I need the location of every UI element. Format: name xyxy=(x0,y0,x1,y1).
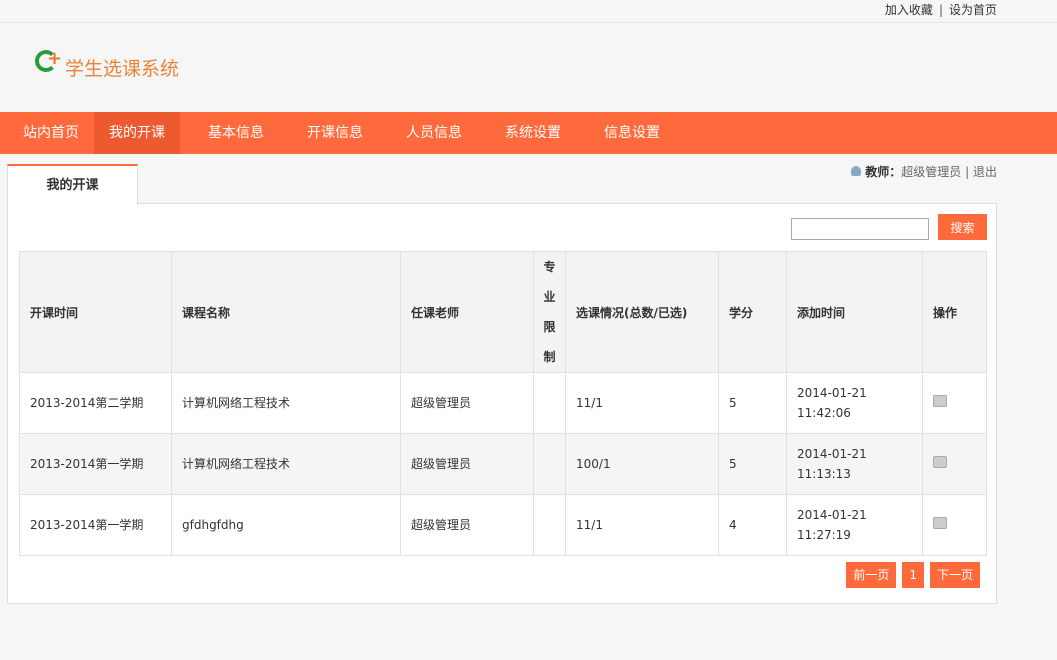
page-1-button[interactable]: 1 xyxy=(902,562,924,588)
time: 11:42:06 xyxy=(797,406,851,420)
user-info: 教师：超级管理员 | 退出 xyxy=(851,163,997,180)
cell-major xyxy=(533,494,566,556)
prev-page-button[interactable]: 前一页 xyxy=(846,562,897,588)
cell-status: 100/1 xyxy=(565,433,719,495)
divider: | xyxy=(938,3,943,17)
cell-date: 2014-01-21 11:27:19 xyxy=(786,494,923,556)
edit-icon[interactable] xyxy=(933,395,947,407)
col-actions: 操作 xyxy=(922,251,987,373)
nav-home[interactable]: 站内首页 xyxy=(0,112,94,154)
cell-teacher: 超级管理员 xyxy=(400,494,534,556)
cell-course: 计算机网络工程技术 xyxy=(171,372,401,434)
add-favorite-link[interactable]: 加入收藏 xyxy=(885,3,933,17)
cell-status: 11/1 xyxy=(565,494,719,556)
nav-staff-info[interactable]: 人员信息 xyxy=(391,112,477,154)
col-term: 开课时间 xyxy=(19,251,172,373)
cell-teacher: 超级管理员 xyxy=(400,433,534,495)
cell-actions xyxy=(922,372,987,434)
date: 2014-01-21 xyxy=(797,508,867,522)
next-page-button[interactable]: 下一页 xyxy=(929,562,980,588)
date: 2014-01-21 xyxy=(797,386,867,400)
top-links: 加入收藏 | 设为首页 xyxy=(0,0,1057,23)
col-credit: 学分 xyxy=(718,251,787,373)
divider: | xyxy=(965,165,970,179)
cell-term: 2013-2014第一学期 xyxy=(19,433,172,495)
course-table: 开课时间 课程名称 任课老师 专业限制 选课情况(总数/已选) 学分 添加时间 … xyxy=(19,251,987,556)
nav-info-settings[interactable]: 信息设置 xyxy=(589,112,675,154)
table-row: 2013-2014第一学期 计算机网络工程技术 超级管理员 100/1 5 20… xyxy=(19,433,987,495)
cell-actions xyxy=(922,494,987,556)
user-name[interactable]: 超级管理员 xyxy=(901,165,961,179)
edit-icon[interactable] xyxy=(933,456,947,468)
date: 2014-01-21 xyxy=(797,447,867,461)
cell-major xyxy=(533,433,566,495)
user-icon xyxy=(851,166,862,176)
table-row: 2013-2014第一学期 gfdhgfdhg 超级管理员 11/1 4 201… xyxy=(19,494,987,556)
pagination: 前一页 1 下一页 xyxy=(846,562,980,588)
col-status: 选课情况(总数/已选) xyxy=(565,251,719,373)
col-date: 添加时间 xyxy=(786,251,923,373)
logo-icon: + xyxy=(33,48,63,92)
logout-link[interactable]: 退出 xyxy=(973,165,997,179)
cell-credit: 4 xyxy=(718,494,787,556)
search-button[interactable]: 搜索 xyxy=(938,214,987,240)
table-row: 2013-2014第二学期 计算机网络工程技术 超级管理员 11/1 5 201… xyxy=(19,372,987,434)
content-panel: 搜索 开课时间 课程名称 任课老师 专业限制 选课情况(总数/已选) 学分 添加… xyxy=(7,203,997,604)
col-major: 专业限制 xyxy=(533,251,566,373)
time: 11:13:13 xyxy=(797,467,851,481)
cell-date: 2014-01-21 11:13:13 xyxy=(786,433,923,495)
edit-icon[interactable] xyxy=(933,517,947,529)
nav-system-settings[interactable]: 系统设置 xyxy=(490,112,576,154)
user-role: 教师： xyxy=(865,165,902,179)
cell-term: 2013-2014第二学期 xyxy=(19,372,172,434)
cell-major xyxy=(533,372,566,434)
search-input[interactable] xyxy=(791,218,929,240)
time: 11:27:19 xyxy=(797,528,851,542)
col-teacher: 任课老师 xyxy=(400,251,534,373)
main-nav: 站内首页 我的开课 基本信息 开课信息 人员信息 系统设置 信息设置 xyxy=(0,112,1057,154)
logo-text: 学生选课系统 xyxy=(65,57,180,80)
col-course: 课程名称 xyxy=(171,251,401,373)
logo[interactable]: + 学生选课系统 xyxy=(33,48,179,92)
cell-credit: 5 xyxy=(718,433,787,495)
nav-my-courses[interactable]: 我的开课 xyxy=(94,112,180,154)
col-major-label: 专业限制 xyxy=(543,260,556,364)
cell-teacher: 超级管理员 xyxy=(400,372,534,434)
cell-actions xyxy=(922,433,987,495)
cell-course: gfdhgfdhg xyxy=(171,494,401,556)
cell-date: 2014-01-21 11:42:06 xyxy=(786,372,923,434)
cell-term: 2013-2014第一学期 xyxy=(19,494,172,556)
cell-status: 11/1 xyxy=(565,372,719,434)
cell-credit: 5 xyxy=(718,372,787,434)
tab-my-courses[interactable]: 我的开课 xyxy=(7,164,138,205)
set-homepage-link[interactable]: 设为首页 xyxy=(949,3,997,17)
nav-course-info[interactable]: 开课信息 xyxy=(292,112,378,154)
nav-basic-info[interactable]: 基本信息 xyxy=(193,112,279,154)
table-header: 开课时间 课程名称 任课老师 专业限制 选课情况(总数/已选) 学分 添加时间 … xyxy=(19,251,987,373)
cell-course: 计算机网络工程技术 xyxy=(171,433,401,495)
